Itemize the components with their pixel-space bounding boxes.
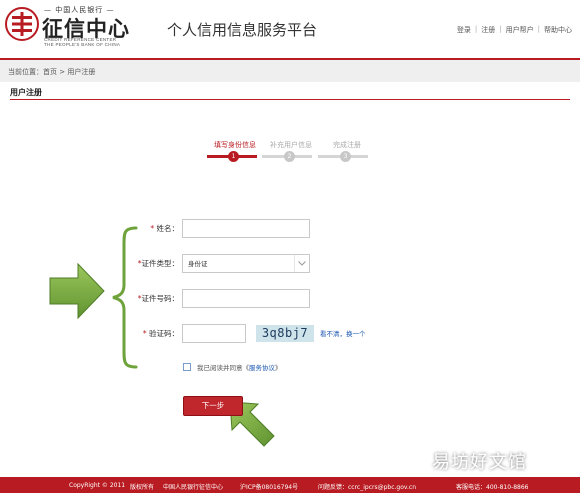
next-step-button[interactable]: 下一步 bbox=[183, 396, 243, 416]
register-link[interactable]: 注册 bbox=[481, 25, 495, 35]
footer-feedback: 问题反馈：ccrc_ipcrs@pbc.gov.cn bbox=[318, 484, 416, 491]
page-title: 用户注册 bbox=[10, 88, 42, 97]
id-number-label: *证件号码： bbox=[137, 293, 179, 303]
registration-steps: 填写身份信息 补充用户信息 完成注册 1 2 3 bbox=[207, 140, 377, 168]
breadcrumb: 当前位置：首页 > 用户注册 bbox=[8, 68, 96, 76]
step-2-number: 2 bbox=[284, 151, 295, 162]
id-type-row: *证件类型： 身份证 bbox=[130, 253, 310, 273]
footer-icp: 沪ICP备08016794号 bbox=[240, 484, 299, 491]
name-label: * 姓名： bbox=[150, 223, 179, 233]
breadcrumb-bar: 当前位置：首页 > 用户注册 bbox=[0, 60, 580, 82]
required-mark: * bbox=[142, 328, 147, 338]
id-number-input[interactable] bbox=[182, 288, 310, 308]
step-2-label: 补充用户信息 bbox=[270, 141, 312, 149]
step-1-number: 1 bbox=[228, 151, 239, 162]
agree-text: 我已阅读并同意《 bbox=[197, 364, 249, 372]
id-number-row: *证件号码： bbox=[130, 288, 310, 308]
name-input[interactable] bbox=[182, 218, 310, 238]
id-type-select[interactable]: 身份证 bbox=[182, 253, 310, 273]
link-separator: | bbox=[474, 25, 478, 33]
captcha-row: * 验证码： 3q8bj7 看不清，换一个 bbox=[130, 323, 366, 343]
chevron-down-icon[interactable] bbox=[294, 254, 309, 272]
title-divider bbox=[10, 99, 570, 100]
logo-english-line-2: THE PEOPLE'S BANK OF CHINA bbox=[44, 42, 121, 47]
watermark: 易坊好文馆 bbox=[432, 452, 527, 473]
step-3-label: 完成注册 bbox=[333, 141, 361, 149]
captcha-input[interactable] bbox=[182, 323, 246, 343]
captcha-label: * 验证码： bbox=[142, 328, 179, 338]
top-nav-links: 登录 | 注册 | 用户帮户 | 帮助中心 bbox=[457, 25, 572, 35]
footer-copyright: CopyRight © 2011 bbox=[69, 482, 126, 489]
agree-text-end: 》 bbox=[275, 364, 282, 372]
footer-rights: 版权所有 bbox=[130, 484, 155, 491]
name-row: * 姓名： bbox=[130, 218, 310, 238]
user-help-link[interactable]: 用户帮户 bbox=[506, 25, 534, 35]
service-agreement-link[interactable]: 服务协议 bbox=[249, 362, 275, 372]
required-mark: * bbox=[150, 223, 155, 233]
footer-phone: 客服电话：400-810-8866 bbox=[456, 484, 529, 491]
step-3-number: 3 bbox=[340, 151, 351, 162]
agreement-row: 我已阅读并同意《 服务协议 》 bbox=[183, 362, 282, 372]
captcha-refresh-link[interactable]: 看不清，换一个 bbox=[320, 328, 366, 338]
link-separator: | bbox=[499, 25, 502, 33]
header: — 中国人民银行 — 征信中心 CREDIT REFERENCE CENTER … bbox=[0, 0, 580, 58]
platform-title: 个人信用信息服务平台 bbox=[167, 21, 318, 39]
agree-checkbox[interactable] bbox=[183, 363, 191, 371]
footer: CopyRight © 2011 版权所有 中国人民银行征信中心 沪ICP备08… bbox=[0, 477, 580, 493]
help-center-link[interactable]: 帮助中心 bbox=[544, 25, 572, 35]
login-link[interactable]: 登录 bbox=[457, 25, 471, 35]
footer-org: 中国人民银行征信中心 bbox=[163, 484, 224, 491]
step-1-label: 填写身份信息 bbox=[214, 141, 256, 149]
id-type-label: *证件类型： bbox=[137, 258, 179, 268]
captcha-image[interactable]: 3q8bj7 bbox=[256, 324, 314, 342]
link-separator: | bbox=[537, 25, 540, 33]
right-arrow-icon bbox=[49, 262, 105, 320]
id-type-value: 身份证 bbox=[188, 260, 208, 268]
credit-center-logo-icon bbox=[5, 7, 39, 41]
